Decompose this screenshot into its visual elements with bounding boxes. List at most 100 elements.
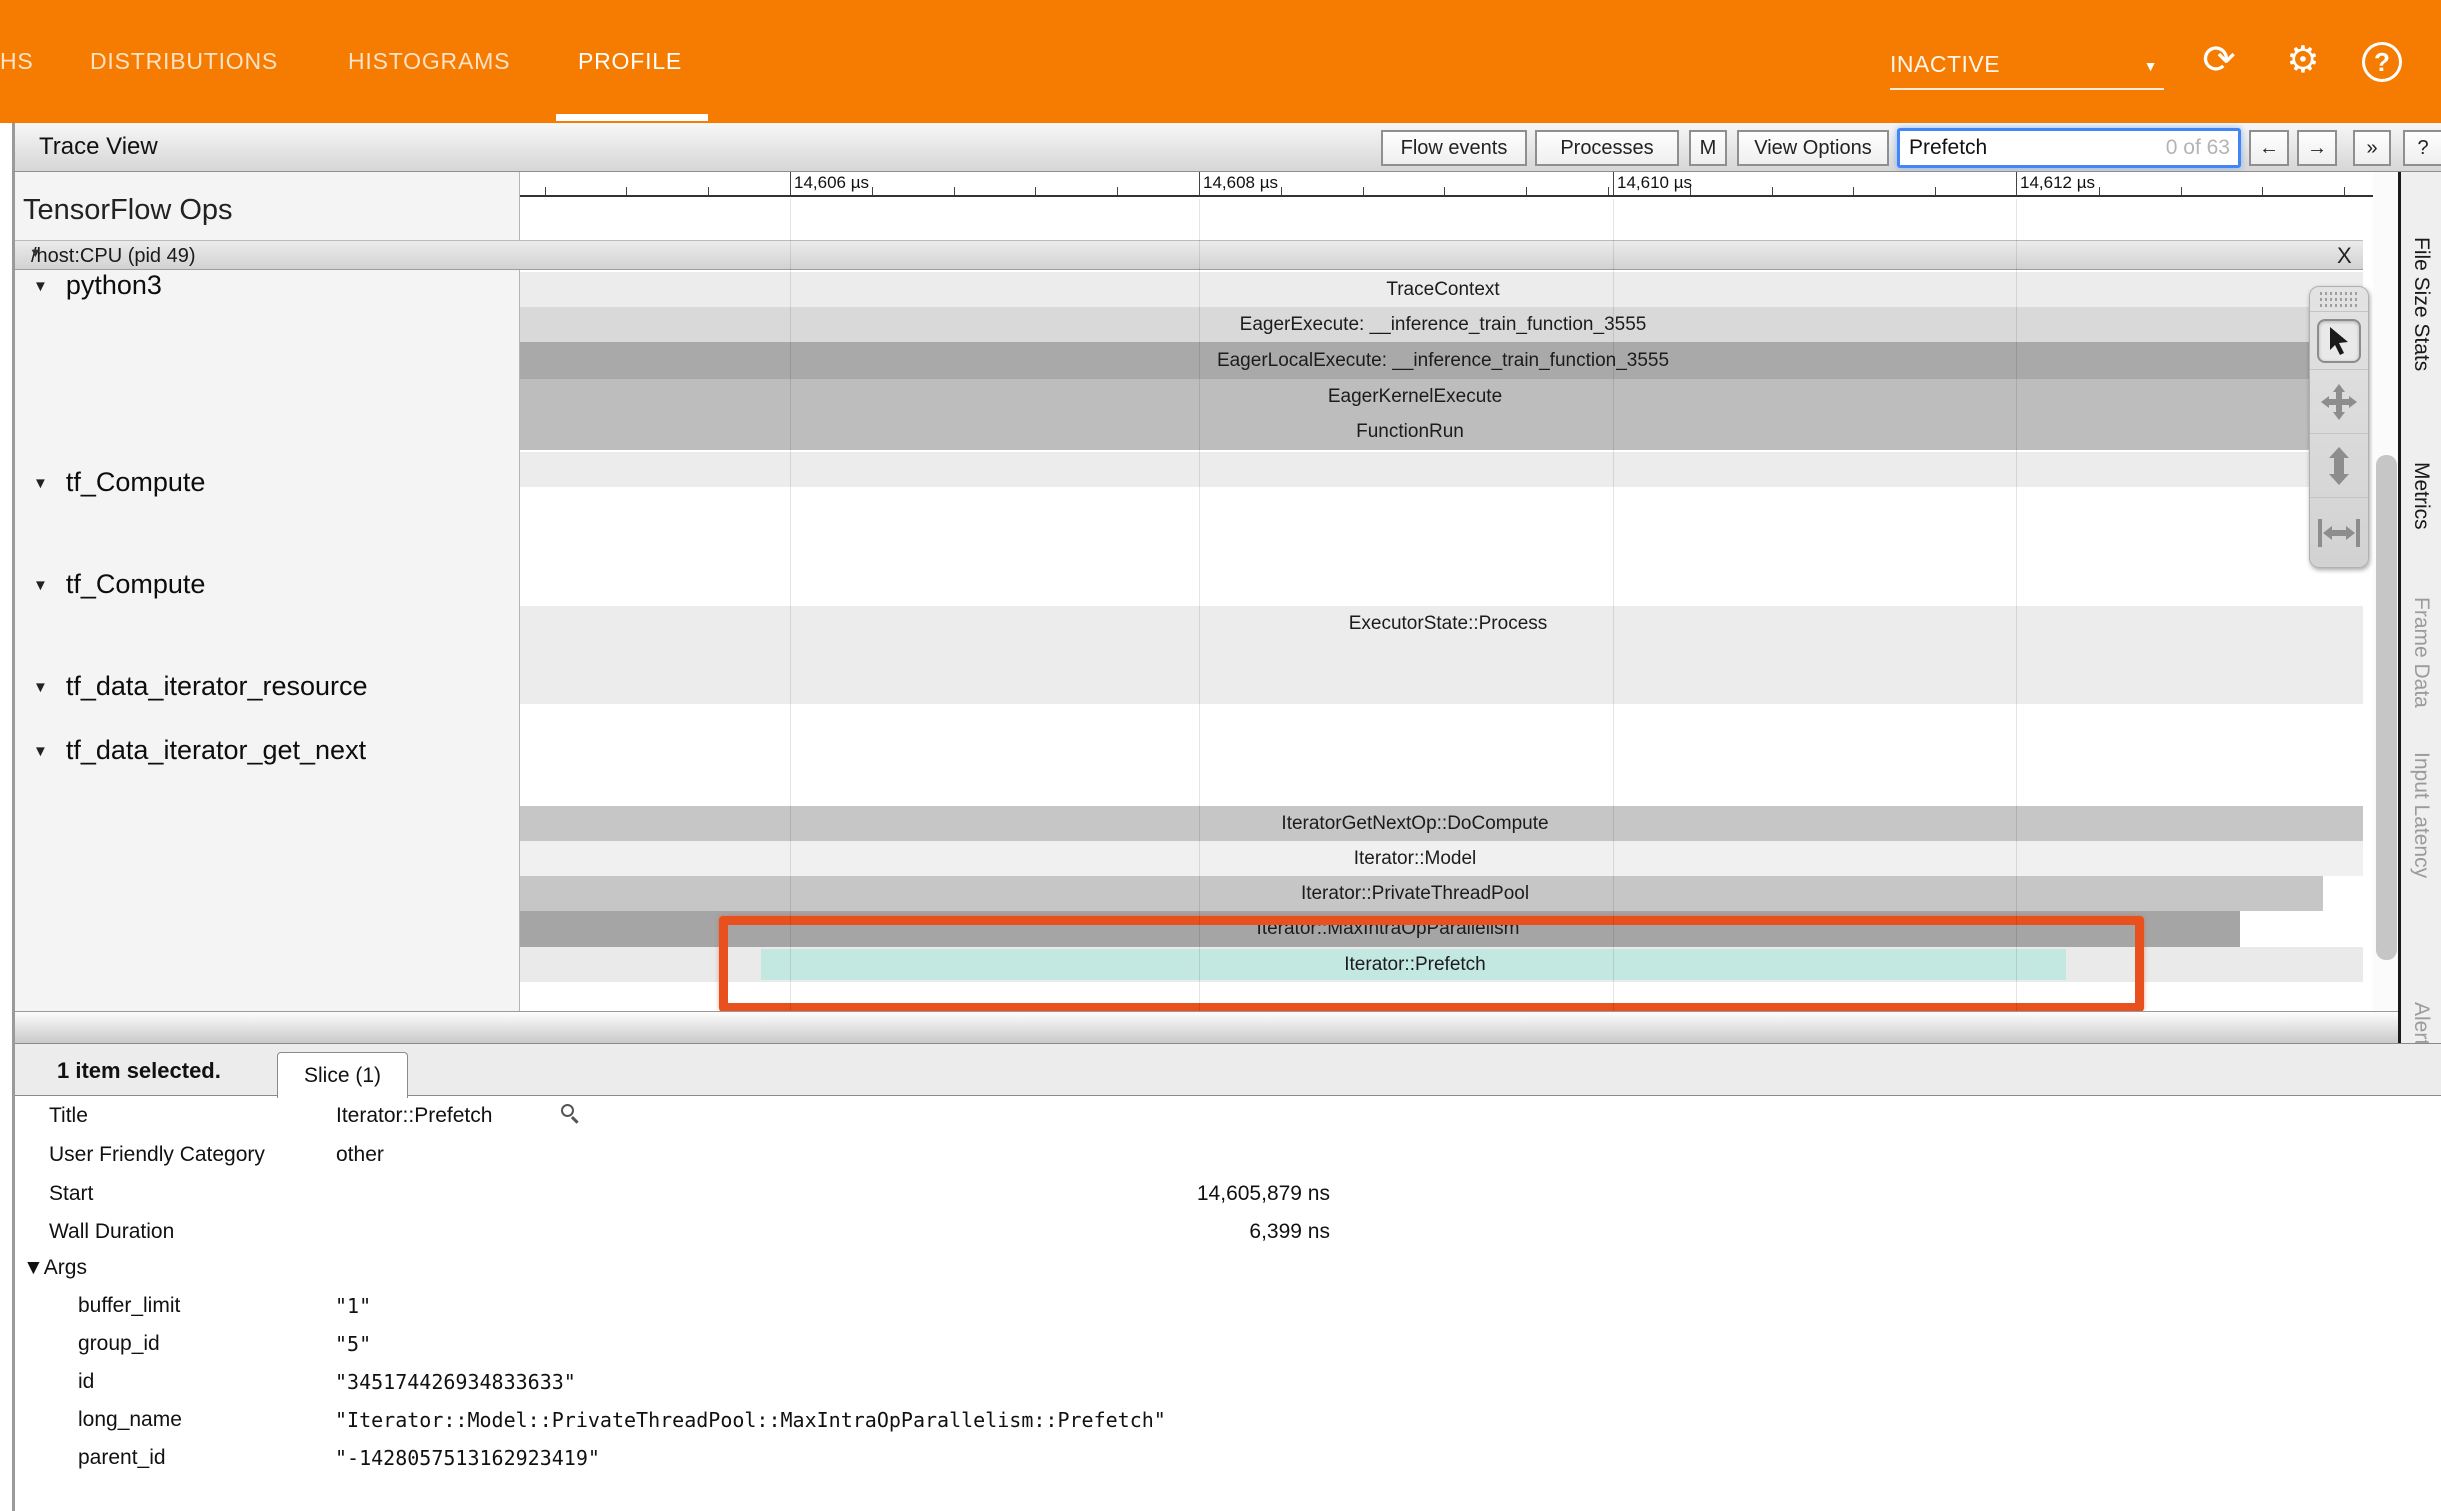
- trace-event-row[interactable]: ExecutorState::Process: [520, 606, 2363, 641]
- side-tab-file-size-stats[interactable]: File Size Stats: [2409, 237, 2433, 371]
- tab-slice[interactable]: Slice (1): [277, 1052, 408, 1098]
- trace-search-box[interactable]: Prefetch 0 of 63: [1897, 128, 2241, 168]
- ruler-tick-label: 14,606 µs: [794, 173, 869, 193]
- trace-event-row[interactable]: Iterator::MaxIntraOpParallelism: [520, 911, 2240, 947]
- timing-tool-button[interactable]: [2310, 497, 2368, 568]
- palette-drag-handle[interactable]: [2310, 287, 2368, 311]
- ruler-minor-tick: [1772, 187, 1773, 195]
- slice-details-panel: 1 item selected. Slice (1) TitleIterator…: [12, 1043, 2441, 1511]
- trace-event-row[interactable]: [520, 641, 2363, 704]
- trace-event-row[interactable]: Iterator::Model: [520, 841, 2363, 876]
- collapse-caret-icon[interactable]: ▼: [29, 245, 42, 260]
- side-tab-metrics[interactable]: Metrics: [2409, 462, 2433, 530]
- ruler-major-tick: [1613, 172, 1614, 195]
- collapse-caret-icon[interactable]: ▼: [33, 577, 48, 594]
- magnifier-icon[interactable]: [561, 1104, 581, 1124]
- detail-field-value: Iterator::Prefetch: [336, 1104, 492, 1128]
- side-tool-tabs: File Size Stats Metrics Frame Data Input La…: [2398, 172, 2441, 1060]
- search-match-count: 0 of 63: [2166, 136, 2238, 160]
- ruler-minor-tick: [1526, 187, 1527, 195]
- find-next-button[interactable]: →: [2297, 130, 2337, 166]
- collapse-caret-icon[interactable]: ▼: [33, 278, 48, 295]
- arg-key-long_name: long_name: [78, 1408, 182, 1432]
- zoom-tool-button[interactable]: [2310, 433, 2368, 497]
- tab-distributions[interactable]: DISTRIBUTIONS: [90, 0, 291, 123]
- collapse-caret-icon[interactable]: ▼: [33, 679, 48, 696]
- track-group-tf_Compute[interactable]: ▼tf_Compute: [33, 467, 205, 498]
- horizontal-scrollbar[interactable]: [12, 1011, 2398, 1043]
- ruler-minor-tick: [2262, 187, 2263, 195]
- time-gridline: [1199, 199, 1200, 1011]
- ruler-tick-label: 14,610 µs: [1617, 173, 1692, 193]
- arg-key-buffer_limit: buffer_limit: [78, 1294, 180, 1318]
- detail-field-label: Start: [49, 1182, 93, 1206]
- trace-event-label: IteratorGetNextOp::DoCompute: [1281, 813, 1548, 835]
- arg-value-group_id: "5": [335, 1332, 371, 1356]
- tab-histograms[interactable]: HISTOGRAMS: [348, 0, 524, 123]
- side-tab-input-latency[interactable]: Input Latency: [2409, 752, 2433, 878]
- expand-panel-button[interactable]: »: [2353, 130, 2391, 166]
- trace-event-row[interactable]: EagerExecute: __inference_train_function…: [520, 307, 2363, 342]
- find-prev-button[interactable]: ←: [2249, 130, 2289, 166]
- trace-event-row[interactable]: TraceContext: [520, 272, 2363, 307]
- select-tool-button[interactable]: [2310, 311, 2368, 369]
- arg-key-parent_id: parent_id: [78, 1446, 166, 1470]
- ruler-minor-tick: [954, 187, 955, 195]
- time-gridline: [1613, 199, 1614, 1011]
- trace-view-title: Trace View: [39, 133, 158, 161]
- process-header-bar[interactable]: ▼/host:CPU (pid 49) X: [15, 240, 2363, 270]
- vertical-scrollbar-thumb[interactable]: [2376, 455, 2397, 960]
- trace-tool-palette: [2309, 286, 2369, 568]
- m-button[interactable]: M: [1689, 130, 1727, 166]
- processes-button[interactable]: Processes: [1535, 130, 1679, 166]
- tab-profile[interactable]: PROFILE: [578, 0, 686, 123]
- ruler-minor-tick: [2181, 187, 2182, 195]
- process-header-label: ▼/host:CPU (pid 49): [31, 245, 196, 268]
- trace-event-label: EagerExecute: __inference_train_function…: [1240, 314, 1647, 336]
- run-status-select[interactable]: INACTIVE ▼: [1890, 40, 2164, 90]
- detail-field-label: Wall Duration: [49, 1220, 174, 1244]
- trace-event-label: FunctionRun: [1356, 421, 1464, 443]
- ruler-minor-tick: [1117, 187, 1118, 195]
- refresh-icon[interactable]: ⟳: [2196, 38, 2242, 82]
- track-group-tf_Compute[interactable]: ▼tf_Compute: [33, 569, 205, 600]
- help-icon[interactable]: ?: [2362, 42, 2402, 82]
- side-tab-frame-data[interactable]: Frame Data: [2409, 597, 2433, 708]
- ruler-tick-label: 14,608 µs: [1203, 173, 1278, 193]
- view-options-button[interactable]: View Options: [1737, 130, 1889, 166]
- collapse-caret-icon[interactable]: ▼: [33, 743, 48, 760]
- ruler-minor-tick: [872, 187, 873, 195]
- flow-events-button[interactable]: Flow events: [1381, 130, 1527, 166]
- args-expander[interactable]: ▼Args: [23, 1256, 87, 1280]
- ruler-tick-label: 14,612 µs: [2020, 173, 2095, 193]
- track-group-tf_data_iterator_get_next[interactable]: ▼tf_data_iterator_get_next: [33, 735, 366, 766]
- vertical-scrollbar[interactable]: [2373, 172, 2398, 1011]
- ruler-minor-tick: [1444, 187, 1445, 195]
- trace-event-row[interactable]: EagerLocalExecute: __inference_train_fun…: [520, 342, 2363, 379]
- selection-summary: 1 item selected.: [57, 1058, 221, 1084]
- ruler-minor-tick: [545, 187, 546, 195]
- trace-event-row[interactable]: IteratorGetNextOp::DoCompute: [520, 806, 2363, 841]
- search-input[interactable]: Prefetch: [1900, 136, 2166, 160]
- track-group-tf_data_iterator_resource[interactable]: ▼tf_data_iterator_resource: [33, 671, 368, 702]
- detail-field-value: 6,399 ns: [336, 1220, 1330, 1244]
- close-process-button[interactable]: X: [2337, 243, 2352, 269]
- arg-value-id: "345174426934833633": [335, 1370, 576, 1394]
- trace-event-row[interactable]: EagerKernelExecute: [520, 379, 2363, 414]
- trace-event-row[interactable]: [520, 452, 2363, 487]
- ruler-major-tick: [2016, 172, 2017, 195]
- track-group-python3[interactable]: ▼python3: [33, 270, 162, 301]
- trace-event-row[interactable]: Iterator::Prefetch: [520, 947, 2363, 982]
- tab-hs[interactable]: HS: [0, 0, 33, 123]
- gear-icon[interactable]: ⚙: [2280, 38, 2326, 82]
- collapse-caret-icon[interactable]: ▼: [33, 475, 48, 492]
- trace-event-row[interactable]: FunctionRun: [520, 414, 2363, 450]
- chevron-down-icon: ▼: [2144, 58, 2158, 74]
- pan-tool-button[interactable]: [2310, 369, 2368, 433]
- measure-span-icon: [2317, 517, 2361, 549]
- arg-key-id: id: [78, 1370, 94, 1394]
- trace-event-label: Iterator::Prefetch: [1344, 954, 1486, 976]
- trace-help-button[interactable]: ?: [2403, 130, 2441, 166]
- section-label: TensorFlow Ops: [23, 194, 233, 227]
- trace-event-label: Iterator::MaxIntraOpParallelism: [1257, 918, 1520, 940]
